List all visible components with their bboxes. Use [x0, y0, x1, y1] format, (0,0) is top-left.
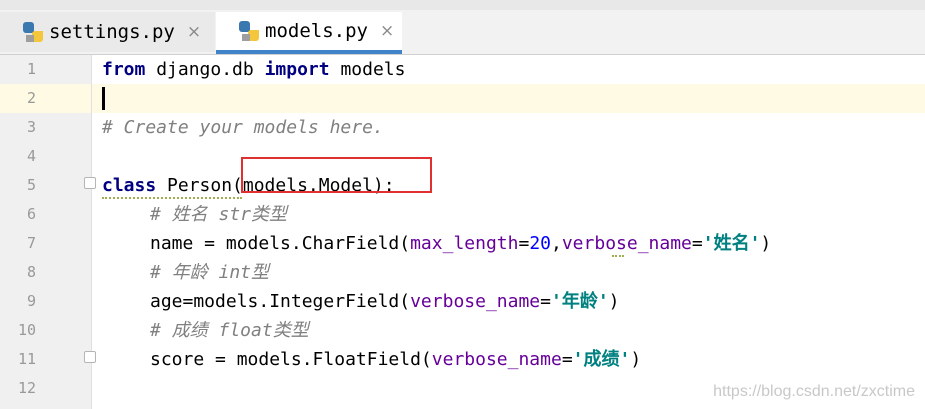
python-file-icon	[23, 22, 43, 42]
code-line-7: name = models.CharField(max_length=20,ve…	[150, 233, 772, 254]
tab-label: settings.py	[49, 21, 175, 43]
python-file-icon	[239, 21, 259, 41]
tab-bar-top-strip	[0, 0, 925, 10]
code-line-1: from django.db import models	[102, 59, 406, 80]
code-line-10: # 成绩 float类型	[150, 320, 309, 341]
close-icon[interactable]: ×	[380, 21, 394, 41]
line-number: 8	[26, 263, 36, 281]
inspection-squiggle	[612, 253, 624, 257]
tab-label: models.py	[265, 20, 368, 42]
line-number: 11	[17, 350, 36, 368]
line-number: 10	[17, 321, 36, 339]
tab-models-py[interactable]: models.py ×	[216, 12, 402, 54]
code-line-3: # Create your models here.	[102, 117, 384, 138]
inspection-squiggle	[102, 195, 242, 199]
line-number: 7	[26, 234, 36, 252]
line-number: 2	[26, 89, 36, 107]
code-line-6: # 姓名 str类型	[150, 204, 288, 225]
text-cursor	[102, 87, 105, 110]
watermark-text: https://blog.csdn.net/zxctime	[713, 383, 915, 400]
line-number-gutter[interactable]: 1 2 3 4 5 6 7 8 9 10 11 12	[0, 55, 96, 409]
line-number: 9	[26, 292, 36, 310]
annotation-highlight-box	[241, 157, 432, 193]
code-line-11: score = models.FloatField(verbose_name='…	[150, 349, 642, 370]
line-number: 12	[17, 379, 36, 397]
code-line-9: age=models.IntegerField(verbose_name='年龄…	[150, 291, 620, 312]
code-editor[interactable]: from django.db import models # Create yo…	[92, 55, 925, 409]
line-number: 3	[26, 118, 36, 136]
line-number: 1	[26, 60, 36, 78]
current-line-highlight	[92, 84, 925, 113]
code-line-8: # 年龄 int型	[150, 262, 270, 283]
line-number: 4	[26, 147, 36, 165]
tab-settings-py[interactable]: settings.py ×	[0, 12, 215, 52]
line-number: 5	[26, 176, 36, 194]
close-icon[interactable]: ×	[187, 22, 201, 42]
editor-tab-bar: settings.py × models.py ×	[0, 0, 925, 55]
line-number: 6	[26, 205, 36, 223]
